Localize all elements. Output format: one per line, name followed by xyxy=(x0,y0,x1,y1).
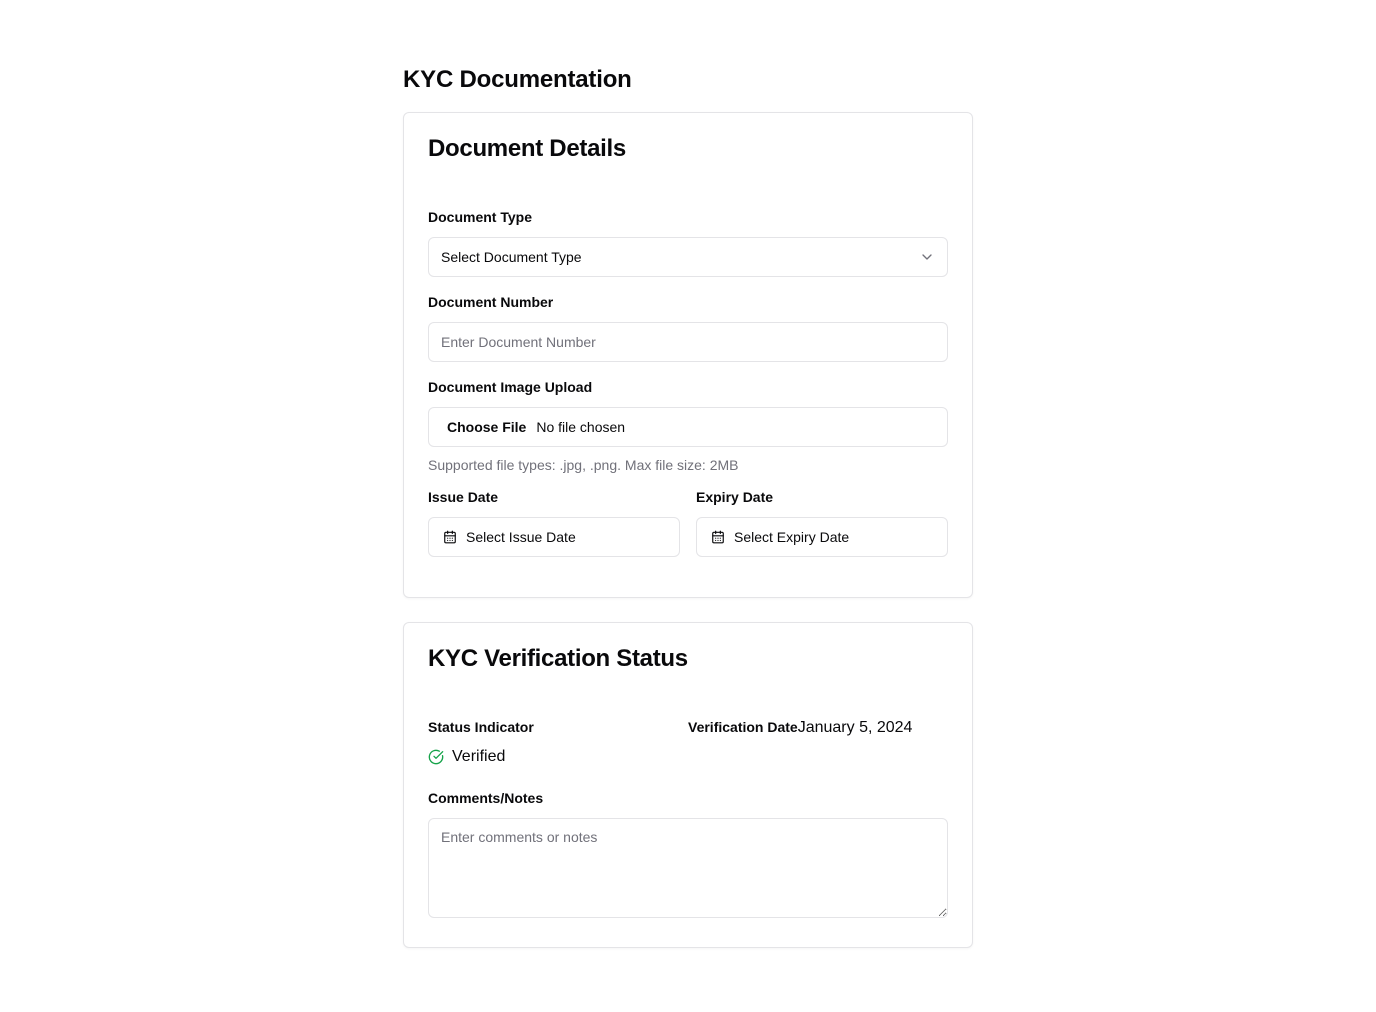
status-indicator-group: Status Indicator Verified xyxy=(428,718,688,766)
comments-textarea[interactable] xyxy=(428,818,948,918)
document-details-card: Document Details Document Type Select Do… xyxy=(403,112,973,598)
kyc-page: KYC Documentation Document Details Docum… xyxy=(403,64,973,948)
verification-status-body: Status Indicator Verified Verification D… xyxy=(428,718,948,918)
status-value-text: Verified xyxy=(452,748,506,765)
document-type-group: Document Type Select Document Type xyxy=(428,208,948,277)
verification-status-title: KYC Verification Status xyxy=(428,645,688,672)
verification-date-value: January 5, 2024 xyxy=(797,719,913,736)
file-status-text: No file chosen xyxy=(536,419,626,435)
calendar-icon xyxy=(443,530,457,544)
document-type-selected-value: Select Document Type xyxy=(441,249,582,265)
document-type-label: Document Type xyxy=(428,209,532,225)
expiry-date-group: Expiry Date Select Expiry Date xyxy=(696,488,948,557)
verification-date-group: Verification Date January 5, 2024 xyxy=(688,718,948,766)
calendar-icon xyxy=(711,530,725,544)
document-number-group: Document Number xyxy=(428,293,948,362)
document-details-title: Document Details xyxy=(428,135,626,162)
status-indicator-label: Status Indicator xyxy=(428,719,534,735)
expiry-date-picker[interactable]: Select Expiry Date xyxy=(696,517,948,557)
chevron-down-icon xyxy=(919,249,935,265)
upload-helper-text: Supported file types: .jpg, .png. Max fi… xyxy=(428,457,739,473)
document-number-label: Document Number xyxy=(428,294,554,310)
verification-date-line: Verification Date January 5, 2024 xyxy=(688,718,948,737)
document-type-select[interactable]: Select Document Type xyxy=(428,237,948,277)
document-image-group: Document Image Upload Choose File No fil… xyxy=(428,378,948,473)
comments-label: Comments/Notes xyxy=(428,790,544,806)
expiry-date-label: Expiry Date xyxy=(696,489,774,505)
document-number-input[interactable] xyxy=(441,334,935,350)
check-circle-icon xyxy=(428,749,444,765)
issue-date-label: Issue Date xyxy=(428,489,499,505)
choose-file-button[interactable]: Choose File xyxy=(447,419,526,435)
issue-date-group: Issue Date Select Issue Date xyxy=(428,488,680,557)
document-image-upload[interactable]: Choose File No file chosen xyxy=(428,407,948,447)
document-image-label: Document Image Upload xyxy=(428,379,593,395)
document-details-body: Document Type Select Document Type Docum… xyxy=(428,208,948,557)
status-badge: Verified xyxy=(428,748,688,766)
issue-date-picker[interactable]: Select Issue Date xyxy=(428,517,680,557)
page-title: KYC Documentation xyxy=(403,66,632,93)
comments-group: Comments/Notes xyxy=(428,789,948,918)
verification-date-label: Verification Date xyxy=(688,719,798,735)
issue-date-placeholder: Select Issue Date xyxy=(466,529,576,545)
date-row: Issue Date Select Issue Date Expiry Date xyxy=(428,488,948,557)
expiry-date-placeholder: Select Expiry Date xyxy=(734,529,850,545)
status-row: Status Indicator Verified Verification D… xyxy=(428,718,948,766)
document-number-field-wrapper xyxy=(428,322,948,362)
verification-status-card: KYC Verification Status Status Indicator… xyxy=(403,622,973,948)
